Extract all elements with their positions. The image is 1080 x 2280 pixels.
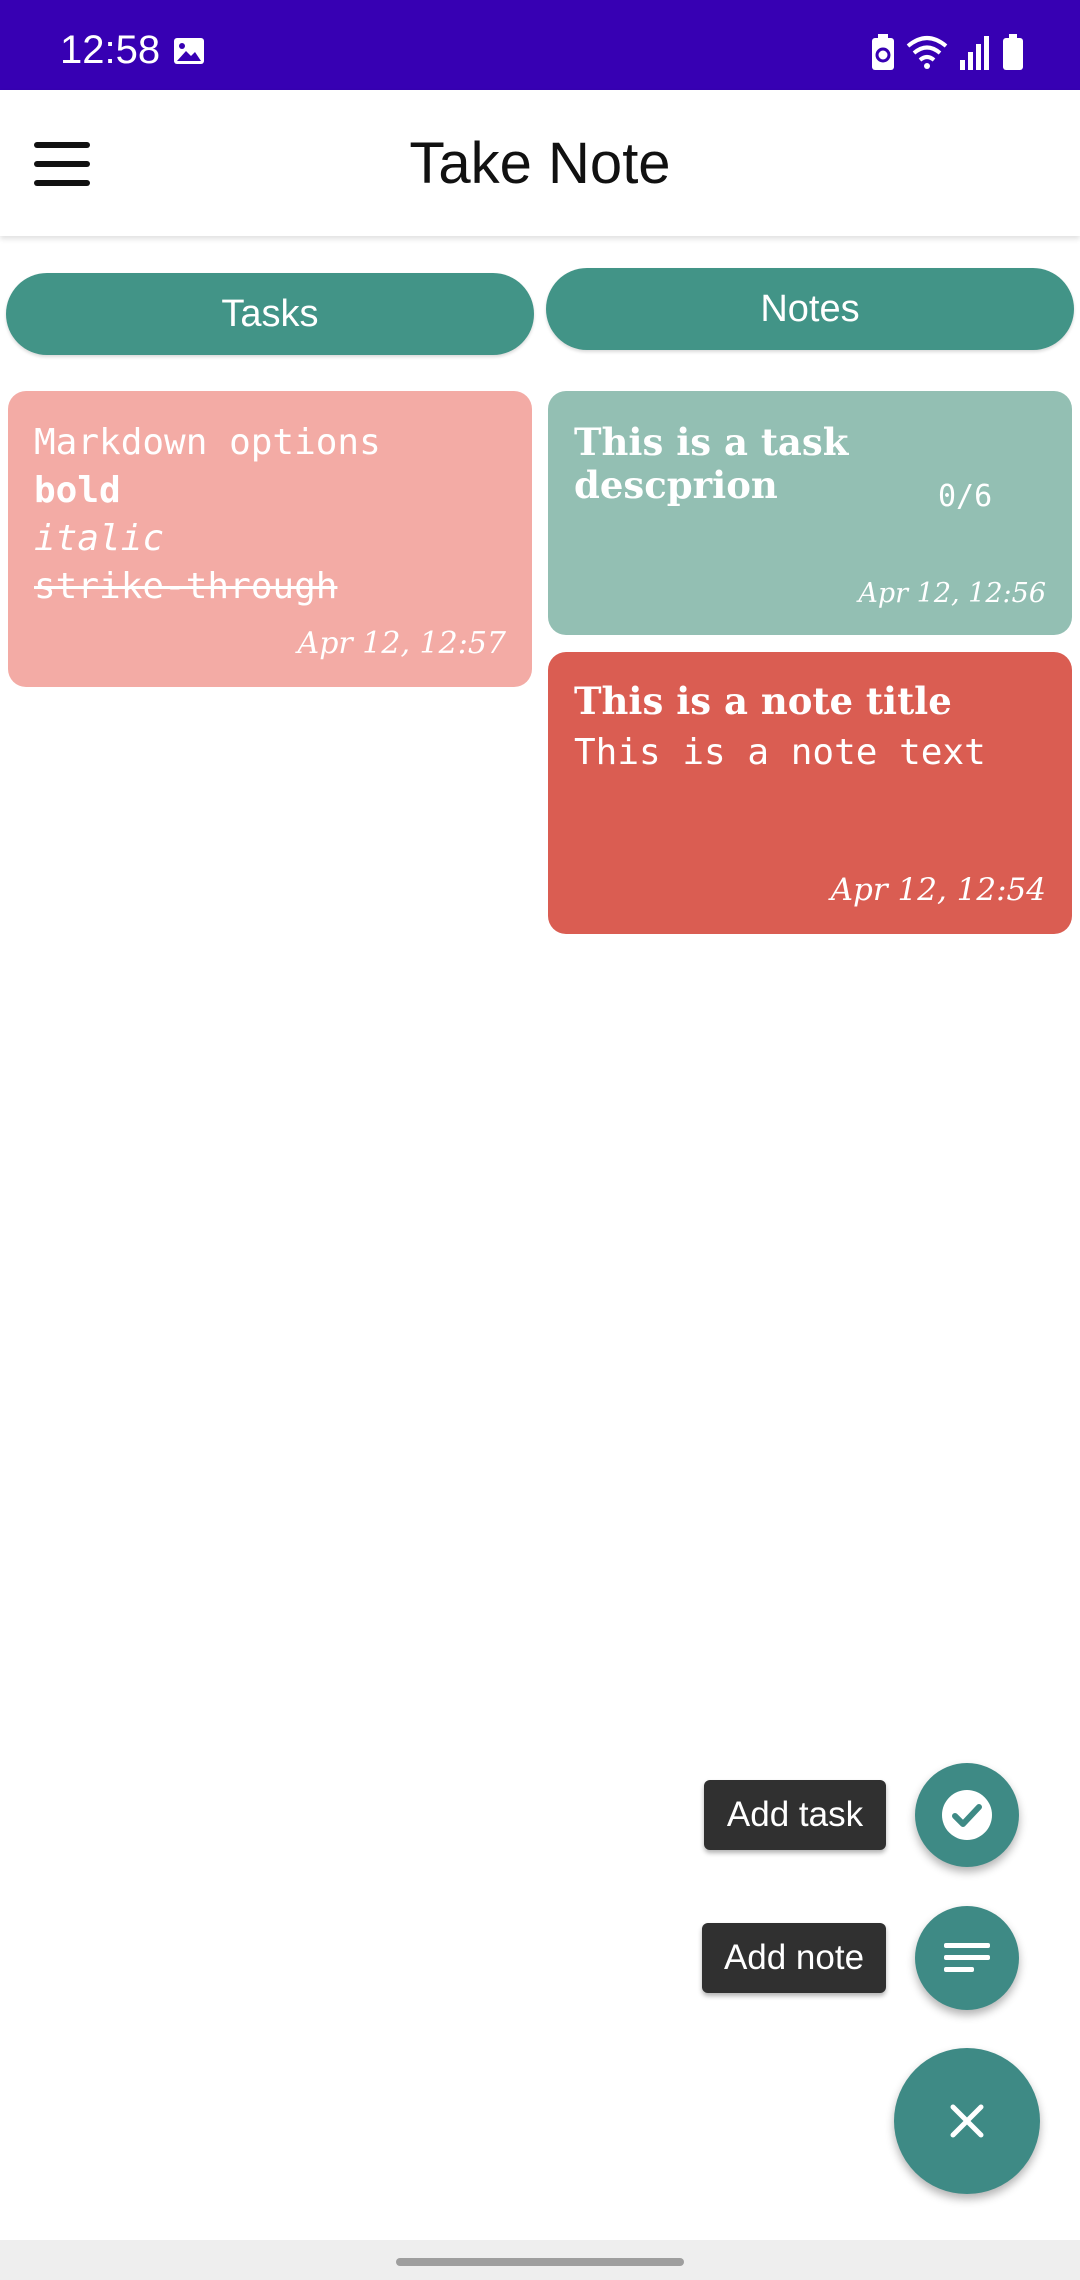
add-task-label[interactable]: Add task [704, 1780, 886, 1850]
battery-icon [1003, 34, 1023, 70]
close-icon [950, 2104, 984, 2138]
note-card-markdown[interactable]: Markdown options bold italic strike-thro… [8, 391, 532, 687]
status-bar: 12:58 [0, 0, 1080, 90]
card-date: Apr 12, 12:56 [858, 578, 1046, 609]
signal-icon [960, 36, 989, 70]
card-date: Apr 12, 12:54 [830, 872, 1046, 908]
home-gesture-handle[interactable] [396, 2258, 684, 2266]
notes-lines-icon [944, 1943, 990, 1972]
gallery-notification-icon [174, 38, 204, 64]
tab-notes[interactable]: Notes [546, 268, 1074, 350]
navigation-bar [0, 2240, 1080, 2280]
status-icons [870, 32, 1024, 72]
card-line-italic: italic [34, 518, 165, 559]
card-line-strikethrough: strike-through [34, 566, 338, 607]
status-time: 12:58 [60, 28, 161, 72]
card-line-heading: Markdown options [34, 422, 381, 463]
tab-tasks[interactable]: Tasks [6, 273, 534, 355]
check-circle-icon [942, 1790, 992, 1840]
note-card-title: This is a note title [574, 679, 952, 723]
battery-saver-icon [872, 34, 894, 70]
card-date: Apr 12, 12:57 [297, 626, 506, 661]
wifi-icon [906, 36, 948, 69]
add-task-button[interactable] [915, 1763, 1019, 1867]
note-card-text: This is a note text [574, 732, 986, 773]
add-note-button[interactable] [915, 1906, 1019, 2010]
task-card[interactable]: This is a task descprion 0/6 Apr 12, 12:… [548, 391, 1072, 635]
task-progress-count: 0/6 [938, 479, 993, 514]
note-card[interactable]: This is a note title This is a note text… [548, 652, 1072, 934]
page-title: Take Note [409, 131, 671, 196]
card-line-bold: bold [34, 470, 121, 511]
add-note-label[interactable]: Add note [702, 1923, 886, 1993]
close-speed-dial-button[interactable] [894, 2048, 1040, 2194]
task-card-title: This is a task descprion [574, 420, 849, 507]
app-bar: Take Note [0, 90, 1080, 236]
